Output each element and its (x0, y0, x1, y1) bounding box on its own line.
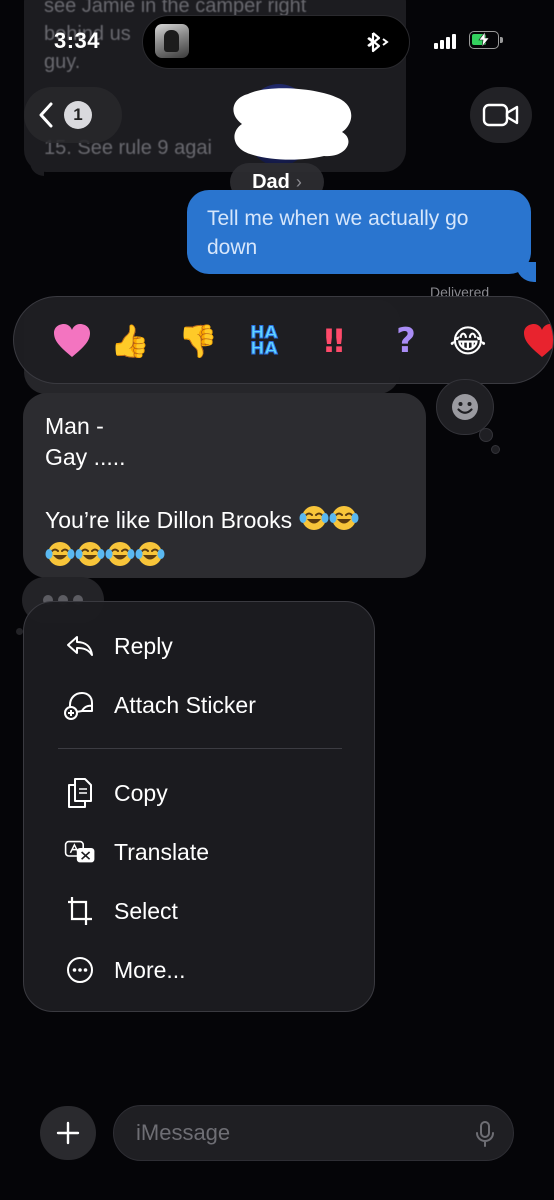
unread-count-badge: 1 (64, 101, 92, 129)
bubble-tail-dot (491, 445, 500, 454)
video-camera-icon (482, 103, 519, 127)
outgoing-message-bubble[interactable]: Tell me when we actually go down (187, 190, 531, 274)
heart-icon (54, 324, 90, 357)
double-exclamation-icon: ‼ (323, 322, 345, 360)
laughing-emoji (45, 540, 75, 576)
menu-label: Select (114, 897, 178, 924)
dynamic-island[interactable] (142, 15, 410, 69)
reaction-heart[interactable] (50, 319, 94, 363)
laughing-emoji-icon: 😂 (449, 323, 487, 359)
reaction-question[interactable]: ? (384, 319, 428, 363)
menu-item-reply[interactable]: Reply (24, 618, 374, 674)
laughing-emoji (135, 540, 165, 576)
message-line: You’re like Dillon Brooks (45, 507, 293, 533)
facetime-video-button[interactable] (470, 87, 532, 143)
incoming-message-bubble[interactable]: Man - Gay ..... You’re like Dillon Brook… (23, 393, 426, 578)
now-playing-thumbnail (155, 24, 189, 58)
laughing-emoji (329, 504, 359, 540)
sticker-add-icon (64, 689, 96, 721)
menu-item-copy[interactable]: Copy (24, 765, 374, 821)
crop-select-icon (64, 895, 96, 927)
reaction-laughing[interactable]: 😂 (446, 319, 490, 363)
message-line: Gay ..... (45, 444, 126, 470)
question-mark-icon: ? (396, 321, 416, 361)
back-button[interactable]: 1 (24, 87, 122, 143)
laughing-emoji (105, 540, 135, 576)
redaction-scribble (233, 88, 352, 160)
message-context-menu: Reply Attach Sticker Copy Translate Sele… (23, 601, 375, 1012)
emoji-sticker-button[interactable] (436, 379, 494, 435)
reply-arrow-icon (64, 630, 96, 662)
battery-icon (469, 31, 503, 49)
charging-bolt-icon (478, 32, 490, 47)
menu-item-translate[interactable]: Translate (24, 824, 374, 880)
thumbs-up-icon: 👍 (110, 323, 150, 359)
tapback-reaction-bar: 👍 👎 HA HA ‼ ? 😂 (13, 296, 554, 384)
bluetooth-icon (365, 30, 391, 59)
chevron-left-icon (39, 102, 53, 128)
menu-label: Copy (114, 779, 168, 806)
reaction-emphasize[interactable]: ‼ (312, 319, 356, 363)
menu-label: Attach Sticker (114, 691, 256, 718)
cellular-signal-icon (434, 34, 456, 49)
smiley-face-icon (452, 394, 478, 420)
menu-label: Translate (114, 838, 210, 865)
plus-icon (56, 1121, 80, 1145)
menu-item-more[interactable]: More... (24, 942, 374, 998)
reaction-thumbs-up[interactable]: 👍 (108, 319, 152, 363)
message-input[interactable] (136, 1106, 456, 1160)
haha-text-bottom: HA (250, 339, 278, 359)
menu-item-attach-sticker[interactable]: Attach Sticker (24, 677, 374, 733)
copy-icon (64, 777, 96, 809)
menu-label: Reply (114, 632, 173, 659)
menu-divider (58, 748, 342, 749)
reaction-thumbs-down[interactable]: 👎 (176, 319, 220, 363)
status-time: 3:34 (54, 28, 101, 53)
menu-label: More... (114, 956, 186, 983)
red-heart-icon (524, 324, 553, 357)
microphone-icon[interactable] (475, 1120, 495, 1148)
background-bubble-tail (30, 162, 44, 176)
bubble-tail-dot (479, 428, 493, 442)
more-ellipsis-circle-icon (64, 954, 96, 986)
translate-icon (64, 836, 96, 868)
laughing-emoji (75, 540, 105, 576)
outgoing-message-text: Tell me when we actually go down (207, 207, 469, 259)
thumbs-down-icon: 👎 (178, 323, 218, 359)
apps-plus-button[interactable] (40, 1106, 96, 1160)
imessage-compose-field[interactable] (113, 1105, 514, 1161)
message-line: Man - (45, 413, 104, 439)
message-line-with-emoji: You’re like Dillon Brooks (45, 504, 404, 540)
reaction-haha[interactable]: HA HA (242, 319, 286, 363)
reaction-red-heart[interactable] (520, 319, 553, 363)
typing-indicator-dot (16, 628, 23, 635)
menu-item-select[interactable]: Select (24, 883, 374, 939)
laughing-emoji (299, 504, 329, 540)
emoji-line (45, 540, 404, 576)
message-line-blank (45, 473, 404, 504)
